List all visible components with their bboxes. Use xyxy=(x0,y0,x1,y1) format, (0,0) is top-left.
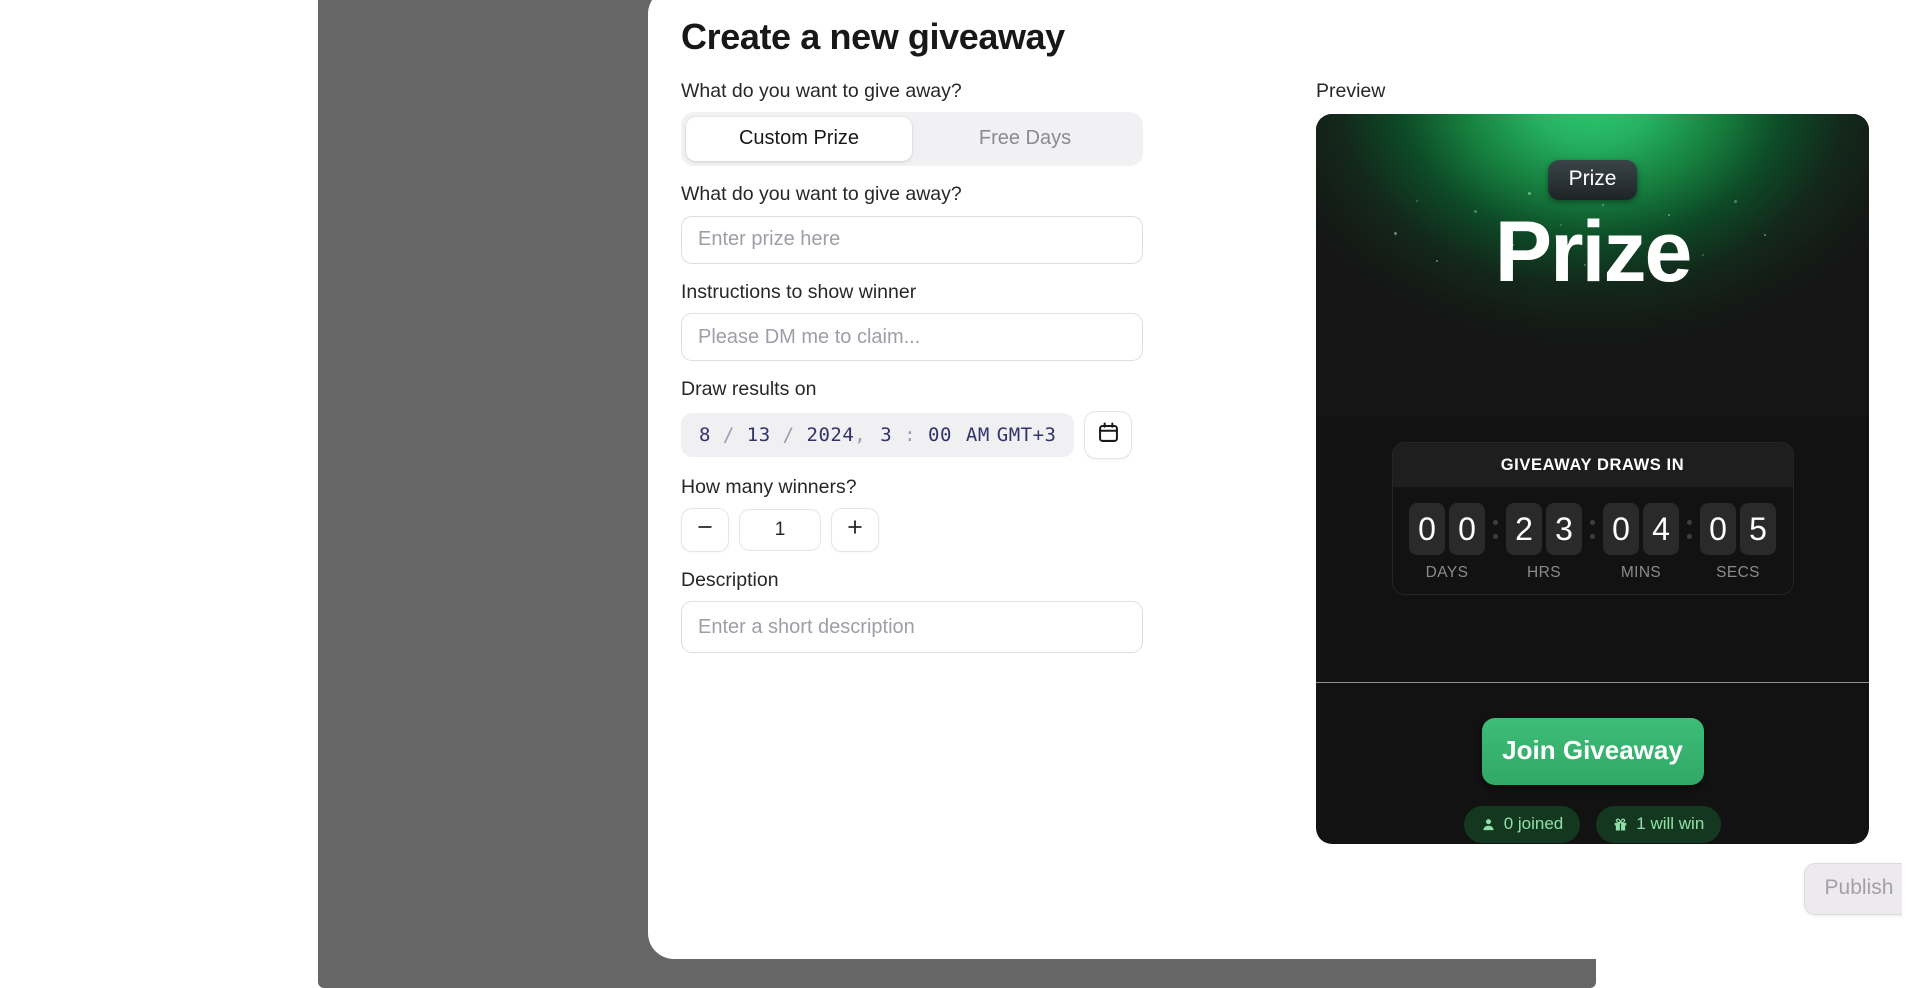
unit-days: DAYS xyxy=(1425,564,1469,581)
prize-badge: Prize xyxy=(1547,160,1638,200)
field-winners: How many winners? xyxy=(681,476,1153,552)
calendar-icon xyxy=(1097,421,1120,449)
winners-count-label: 1 will win xyxy=(1636,814,1705,833)
time-meridiem[interactable]: AM xyxy=(966,424,990,446)
days-ones: 0 xyxy=(1449,503,1485,555)
unit-seconds: SECS xyxy=(1716,564,1760,581)
winners-input[interactable] xyxy=(739,508,821,551)
time-timezone: GMT+3 xyxy=(996,423,1057,446)
separator-icon xyxy=(1489,503,1502,555)
window-frame: Create a new giveaway What do you want t… xyxy=(318,0,1902,988)
field-prize: What do you want to give away? xyxy=(681,183,1153,264)
draw-date-label: Draw results on xyxy=(681,378,817,401)
instructions-label: Instructions to show winner xyxy=(681,280,917,303)
countdown-timer: GIVEAWAY DRAWS IN 0 0 2 3 0 4 0 5 DAYS H… xyxy=(1391,442,1794,595)
description-label: Description xyxy=(681,568,779,591)
time-minute[interactable]: 00 xyxy=(928,424,952,446)
field-instructions: Instructions to show winner xyxy=(681,280,1153,362)
joined-count-label: 0 joined xyxy=(1503,814,1564,833)
minutes-tens: 0 xyxy=(1603,503,1639,555)
unit-minutes: MINS xyxy=(1620,564,1662,581)
screen: Create a new giveaway What do you want t… xyxy=(0,0,1909,988)
giveaway-preview-card: Prize Prize GIVEAWAY DRAWS IN 0 0 2 3 0 … xyxy=(1316,114,1869,844)
hours-ones: 3 xyxy=(1546,503,1582,555)
countdown-heading: GIVEAWAY DRAWS IN xyxy=(1392,443,1793,487)
giveaway-form: What do you want to give away? Custom Pr… xyxy=(681,80,1153,670)
tab-free-days[interactable]: Free Days xyxy=(912,117,1138,161)
separator-icon xyxy=(1683,503,1696,555)
seconds-tens: 0 xyxy=(1700,503,1736,555)
prize-label: What do you want to give away? xyxy=(681,183,962,206)
preview-divider xyxy=(1316,682,1869,683)
gift-icon xyxy=(1613,817,1628,832)
plus-icon xyxy=(845,517,865,542)
winners-count-badge: 1 will win xyxy=(1596,806,1722,843)
giveaway-type-label: What do you want to give away? xyxy=(681,80,962,102)
app-card: Create a new giveaway What do you want t… xyxy=(648,0,1902,959)
joined-count-badge: 0 joined xyxy=(1463,806,1581,843)
date-day[interactable]: 13 xyxy=(747,424,771,446)
time-hour[interactable]: 3 xyxy=(880,424,892,446)
countdown-digits: 0 0 2 3 0 4 0 5 xyxy=(1393,503,1793,555)
countdown-units: DAYS HRS MINS SECS xyxy=(1393,564,1793,582)
hours-tens: 2 xyxy=(1506,503,1542,555)
person-icon xyxy=(1481,817,1496,832)
calendar-button[interactable] xyxy=(1084,410,1133,459)
preview-hero: Prize Prize xyxy=(1316,114,1869,416)
tab-custom-prize[interactable]: Custom Prize xyxy=(686,117,912,162)
separator-icon xyxy=(1586,503,1599,555)
preview-panel: Preview Prize Prize GIVEAWAY DRAWS IN 0 … xyxy=(1316,80,1876,844)
date-year[interactable]: 2024 xyxy=(807,424,855,446)
minus-icon xyxy=(695,517,715,542)
preview-stats: 0 joined 1 will win xyxy=(1316,806,1869,843)
prize-input[interactable] xyxy=(681,215,1143,264)
preview-label: Preview xyxy=(1316,80,1386,102)
date-month[interactable]: 8 xyxy=(699,424,711,446)
draw-date-row: 8 / 13 / 2024, 3 : 00 AM GMT+3 xyxy=(681,410,1153,459)
seconds-ones: 5 xyxy=(1740,503,1776,555)
description-input[interactable] xyxy=(681,601,1143,654)
field-draw-date: Draw results on 8 / 13 / 2024, 3 : 00 AM GM… xyxy=(681,378,1153,459)
decrement-winners-button[interactable] xyxy=(681,507,729,552)
page-title: Create a new giveaway xyxy=(681,16,1065,57)
field-giveaway-type: What do you want to give away? Custom Pr… xyxy=(681,80,1153,167)
giveaway-type-tabs: Custom Prize Free Days xyxy=(681,112,1143,167)
date-time-input[interactable]: 8 / 13 / 2024, 3 : 00 AM GMT+3 xyxy=(681,412,1075,457)
minutes-ones: 4 xyxy=(1643,503,1679,555)
field-description: Description xyxy=(681,568,1153,654)
days-tens: 0 xyxy=(1409,503,1445,555)
countdown-body: 0 0 2 3 0 4 0 5 DAYS HRS MINS SECS xyxy=(1392,487,1793,594)
join-giveaway-button[interactable]: Join Giveaway xyxy=(1481,718,1704,785)
winners-label: How many winners? xyxy=(681,475,857,498)
prize-title: Prize xyxy=(1494,204,1693,300)
publish-button[interactable]: Publish xyxy=(1804,863,1902,915)
instructions-input[interactable] xyxy=(681,313,1143,362)
increment-winners-button[interactable] xyxy=(831,507,879,552)
winners-stepper xyxy=(681,507,1153,552)
unit-hours: HRS xyxy=(1527,564,1561,581)
